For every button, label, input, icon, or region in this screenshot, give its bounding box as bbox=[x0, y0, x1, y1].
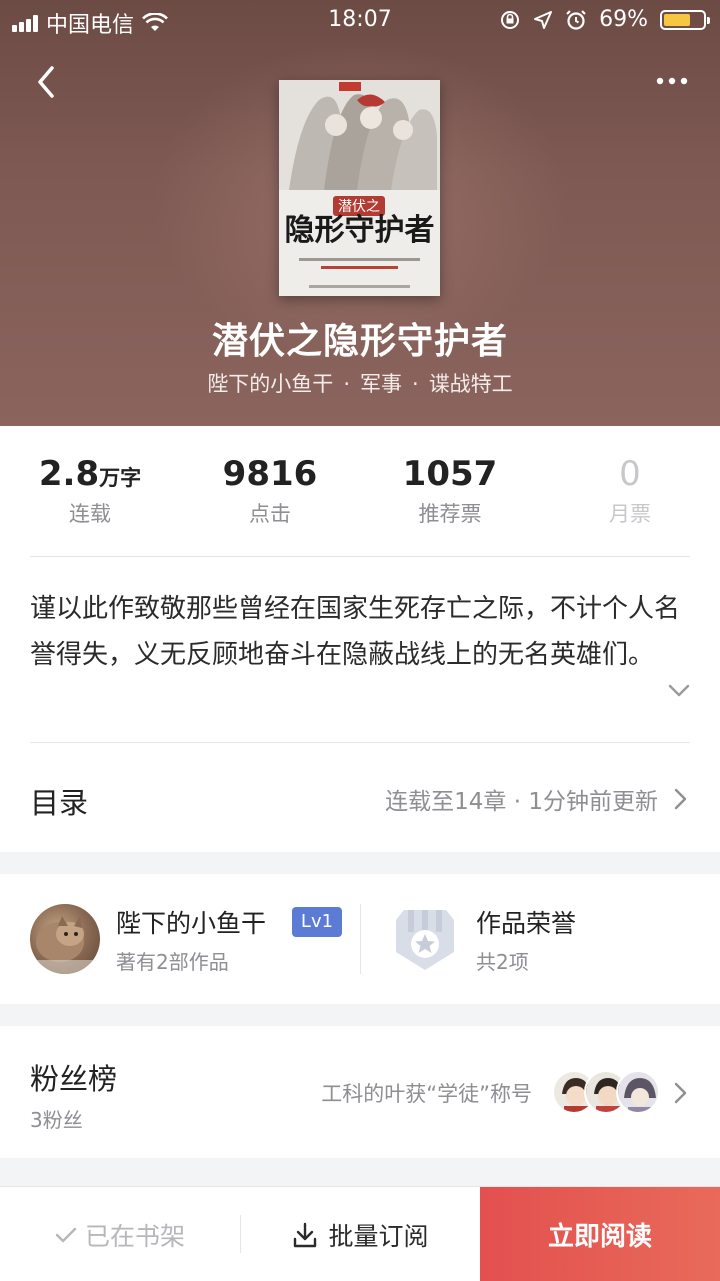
chevron-right-icon bbox=[674, 788, 687, 810]
author-name[interactable]: 陛下的小鱼干 bbox=[116, 904, 266, 940]
stat-label: 连载 bbox=[69, 502, 111, 526]
stat-label: 点击 bbox=[249, 502, 291, 526]
author-works-count: 著有2部作品 bbox=[116, 950, 229, 974]
orientation-lock-icon bbox=[501, 10, 520, 29]
divider bbox=[360, 904, 361, 974]
fans-news: 工科的叶获“学徒”称号 bbox=[321, 1082, 532, 1106]
stat-label: 月票 bbox=[609, 502, 651, 526]
toc-title: 目录 bbox=[30, 786, 89, 820]
stat-recommend-votes[interactable]: 1057 推荐票 bbox=[360, 454, 540, 528]
author-avatar[interactable] bbox=[30, 904, 100, 974]
back-icon[interactable] bbox=[28, 62, 68, 102]
book-subcategory[interactable]: 谍战特工 bbox=[429, 372, 513, 396]
book-info-card: 2.8万字 连载 9816 点击 1057 推荐票 0 月票 谨以此作致敬那些曾… bbox=[0, 426, 720, 852]
stat-value: 2.8 bbox=[38, 454, 100, 494]
fans-ranking-row[interactable]: 粉丝榜 3粉丝 工科的叶获“学徒”称号 bbox=[0, 1026, 720, 1158]
fans-title: 粉丝榜 bbox=[30, 1062, 118, 1096]
book-author[interactable]: 陛下的小鱼干 bbox=[207, 372, 333, 396]
stat-value: 9816 bbox=[222, 454, 318, 494]
alarm-icon bbox=[566, 9, 586, 30]
honor-title[interactable]: 作品荣誉 bbox=[476, 904, 576, 940]
on-shelf-label: 已在书架 bbox=[84, 1221, 185, 1251]
cover-title: 隐形守护者 bbox=[284, 213, 435, 248]
stat-value: 0 bbox=[619, 454, 641, 494]
fan-avatars bbox=[552, 1070, 662, 1116]
book-header: 中国电信 18:07 69% 潜伏之 隐形守护者 潜伏之隐形守护者 陛下的小鱼干… bbox=[0, 0, 720, 426]
book-intro[interactable]: 谨以此作致敬那些曾经在国家生死存亡之际，不计个人名誉得失，义无反顾地奋斗在隐蔽战… bbox=[30, 586, 682, 678]
book-category[interactable]: 军事 bbox=[360, 372, 402, 396]
divider bbox=[30, 556, 690, 557]
honor-count: 共2项 bbox=[476, 950, 529, 974]
download-icon bbox=[294, 1222, 317, 1247]
table-of-contents-row[interactable]: 目录 连载至14章 · 1分钟前更新 bbox=[0, 744, 720, 850]
location-icon bbox=[534, 10, 553, 29]
stat-clicks: 9816 点击 bbox=[180, 454, 360, 528]
read-now-button[interactable]: 立即阅读 bbox=[480, 1187, 720, 1281]
on-shelf-button[interactable]: 已在书架 bbox=[0, 1187, 240, 1281]
book-cover[interactable]: 潜伏之 隐形守护者 bbox=[279, 80, 440, 296]
fan-avatar bbox=[616, 1070, 660, 1114]
fans-count: 3粉丝 bbox=[30, 1108, 83, 1132]
battery-icon bbox=[660, 9, 710, 30]
honor-medal-icon[interactable] bbox=[394, 906, 456, 972]
stats-row: 2.8万字 连载 9816 点击 1057 推荐票 0 月票 bbox=[0, 426, 720, 556]
book-title: 潜伏之隐形守护者 bbox=[211, 320, 508, 362]
book-meta: 陛下的小鱼干 · 军事 · 谍战特工 bbox=[207, 372, 513, 396]
stat-value: 1057 bbox=[402, 454, 498, 494]
stat-label: 推荐票 bbox=[418, 502, 482, 526]
chevron-right-icon bbox=[674, 1082, 687, 1104]
stat-unit: 万字 bbox=[99, 466, 142, 490]
bottom-action-bar: 已在书架 批量订阅 立即阅读 bbox=[0, 1186, 720, 1281]
divider bbox=[30, 742, 690, 743]
level-badge: Lv1 bbox=[292, 907, 342, 937]
batch-subscribe-label: 批量订阅 bbox=[328, 1221, 429, 1251]
battery-percent: 69% bbox=[599, 7, 648, 32]
stat-words: 2.8万字 连载 bbox=[0, 454, 180, 528]
cover-illustration: 潜伏之 bbox=[279, 80, 440, 296]
toc-update-info: 连载至14章 · 1分钟前更新 bbox=[385, 789, 658, 815]
status-bar: 中国电信 18:07 69% bbox=[0, 0, 720, 40]
more-dots-icon[interactable] bbox=[654, 66, 690, 96]
expand-chevron-icon[interactable] bbox=[668, 684, 690, 698]
author-card: 陛下的小鱼干 Lv1 著有2部作品 作品荣誉 共2项 bbox=[0, 874, 720, 1004]
batch-subscribe-button[interactable]: 批量订阅 bbox=[241, 1187, 480, 1281]
check-icon bbox=[55, 1227, 77, 1242]
stat-monthly-votes[interactable]: 0 月票 bbox=[540, 454, 720, 528]
